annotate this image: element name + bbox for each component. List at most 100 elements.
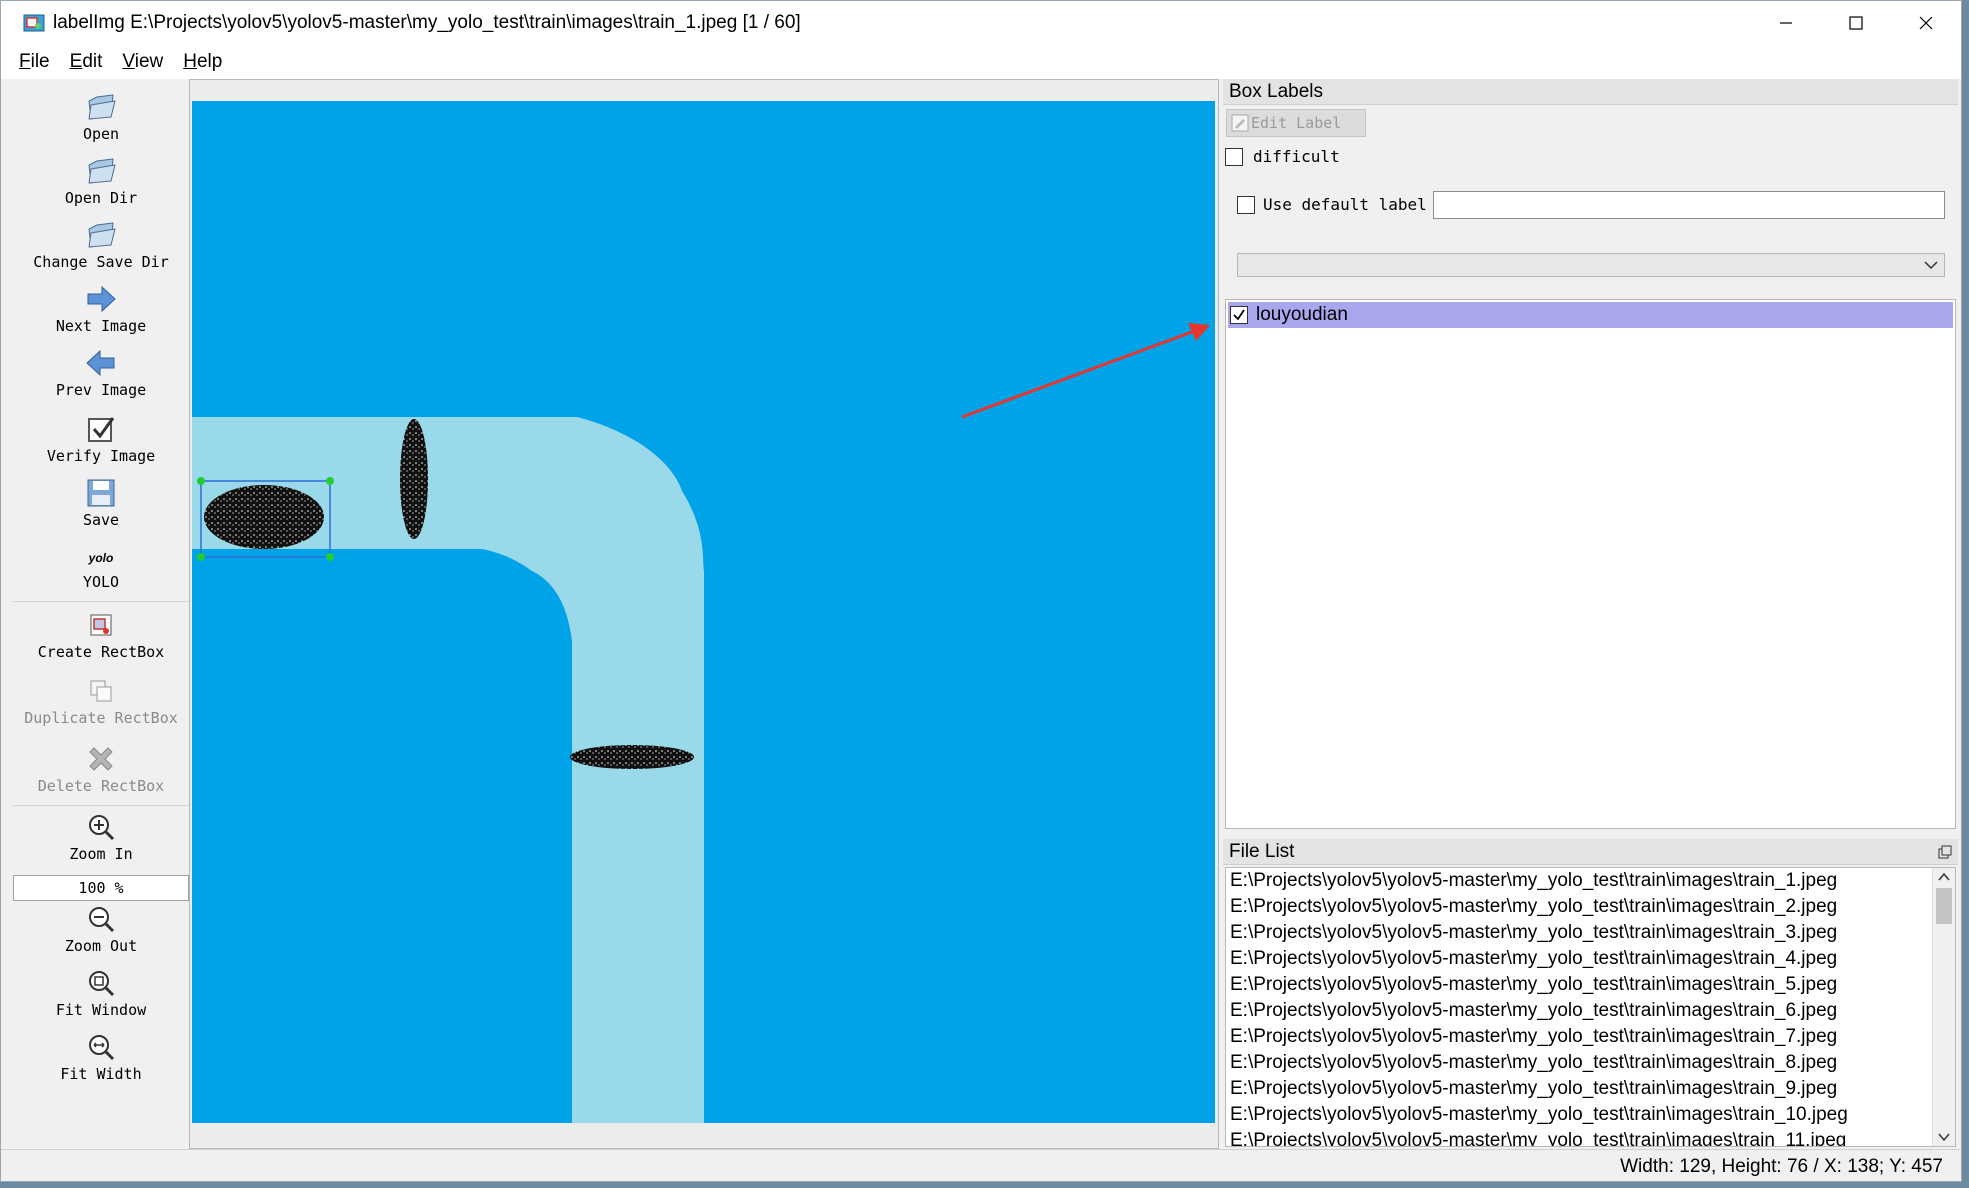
arrow-right-icon	[87, 285, 116, 313]
next-image-button[interactable]: Next Image	[13, 283, 189, 335]
duplicate-rectbox-button[interactable]: Duplicate RectBox	[13, 675, 189, 727]
prev-image-button[interactable]: Prev Image	[13, 347, 189, 399]
undock-icon[interactable]	[1938, 845, 1952, 859]
label-name: louyoudian	[1256, 304, 1348, 325]
file-list-item[interactable]: E:\Projects\yolov5\yolov5-master\my_yolo…	[1226, 1128, 1955, 1146]
fit-width-button[interactable]: Fit Width	[13, 1031, 189, 1083]
open-dir-button[interactable]: Open Dir	[13, 155, 189, 207]
verify-image-label: Verify Image	[46, 447, 156, 465]
difficult-label: difficult	[1253, 147, 1340, 166]
use-default-label-row: Use default label	[1237, 195, 1427, 214]
annotation-arrow-shaft	[961, 327, 1201, 419]
file-list[interactable]: E:\Projects\yolov5\yolov5-master\my_yolo…	[1225, 867, 1956, 1147]
delete-rectbox-label: Delete RectBox	[37, 777, 165, 795]
save-icon	[87, 479, 115, 507]
label-combobox[interactable]	[1237, 253, 1945, 277]
fit-window-button[interactable]: Fit Window	[13, 967, 189, 1019]
prev-image-label: Prev Image	[55, 381, 147, 399]
labelimg-window: labelImg E:\Projects\yolov5\yolov5-maste…	[0, 0, 1962, 1182]
yolo-icon: yolo	[88, 551, 114, 565]
scroll-up-icon[interactable]	[1933, 868, 1955, 886]
file-list-item[interactable]: E:\Projects\yolov5\yolov5-master\my_yolo…	[1226, 920, 1955, 946]
zoom-out-button[interactable]: Zoom Out	[13, 903, 189, 955]
menu-help[interactable]: Help	[183, 51, 222, 73]
minimize-icon	[1780, 22, 1792, 24]
create-rectbox-button[interactable]: Create RectBox	[13, 609, 189, 661]
fit-width-label: Fit Width	[60, 1065, 142, 1083]
folder-open-icon	[88, 158, 116, 184]
delete-rectbox-button[interactable]: Delete RectBox	[13, 743, 189, 795]
zoom-in-label: Zoom In	[69, 845, 133, 863]
scroll-down-icon[interactable]	[1933, 1128, 1955, 1146]
zoom-out-icon	[89, 907, 115, 933]
file-list-item[interactable]: E:\Projects\yolov5\yolov5-master\my_yolo…	[1226, 1050, 1955, 1076]
zoom-out-label: Zoom Out	[64, 937, 138, 955]
toolbar-separator	[13, 601, 189, 602]
scrollbar-thumb[interactable]	[1936, 888, 1952, 924]
close-button[interactable]	[1891, 1, 1961, 45]
file-list-title: File List	[1223, 839, 1958, 865]
edit-label-text: Edit Label	[1251, 114, 1342, 132]
arrow-left-icon	[86, 349, 115, 377]
loaded-image[interactable]	[192, 101, 1215, 1123]
label-checkbox[interactable]	[1230, 306, 1248, 324]
maximize-button[interactable]	[1821, 1, 1891, 45]
image-content	[192, 323, 1210, 1123]
menu-file[interactable]: File	[19, 51, 50, 73]
label-list[interactable]: louyoudian	[1225, 299, 1956, 829]
bbox-handle	[326, 553, 334, 561]
folder-open-icon	[88, 94, 116, 120]
use-default-label-text: Use default label	[1263, 195, 1427, 214]
label-list-item[interactable]: louyoudian	[1228, 302, 1953, 328]
edit-label-button[interactable]: Edit Label	[1226, 109, 1366, 137]
defect-blob-3	[570, 745, 694, 769]
bbox-handle	[197, 553, 205, 561]
file-list-item[interactable]: E:\Projects\yolov5\yolov5-master\my_yolo…	[1226, 894, 1955, 920]
zoom-in-button[interactable]: Zoom In	[13, 811, 189, 863]
file-list-item[interactable]: E:\Projects\yolov5\yolov5-master\my_yolo…	[1226, 1102, 1955, 1128]
open-label: Open	[82, 125, 120, 143]
box-labels-title: Box Labels	[1223, 79, 1958, 105]
file-list-scrollbar[interactable]	[1932, 868, 1955, 1146]
right-panel: Box Labels Edit Label difficult Use defa…	[1223, 79, 1958, 1149]
yolo-format-button[interactable]: yolo YOLO	[13, 543, 189, 591]
window-title: labelImg E:\Projects\yolov5\yolov5-maste…	[53, 12, 801, 33]
difficult-checkbox[interactable]	[1225, 147, 1243, 166]
change-save-dir-button[interactable]: Change Save Dir	[13, 219, 189, 271]
file-list-title-text: File List	[1229, 841, 1295, 862]
difficult-row: difficult	[1225, 147, 1340, 166]
bbox-handle	[197, 477, 205, 485]
menu-view[interactable]: View	[122, 51, 163, 73]
menu-bar: File Edit View Help	[1, 45, 1961, 79]
file-list-item[interactable]: E:\Projects\yolov5\yolov5-master\my_yolo…	[1226, 1024, 1955, 1050]
chevron-down-icon	[1924, 261, 1938, 270]
file-list-item[interactable]: E:\Projects\yolov5\yolov5-master\my_yolo…	[1226, 868, 1955, 894]
change-save-dir-label: Change Save Dir	[33, 253, 169, 271]
menu-edit[interactable]: Edit	[70, 51, 103, 73]
zoom-level-spinbox[interactable]: 100 %	[13, 875, 189, 901]
save-button[interactable]: Save	[13, 477, 189, 529]
maximize-icon	[1849, 16, 1863, 30]
minimize-button[interactable]	[1751, 1, 1821, 45]
open-button[interactable]: Open	[13, 91, 189, 143]
file-list-item[interactable]: E:\Projects\yolov5\yolov5-master\my_yolo…	[1226, 946, 1955, 972]
next-image-label: Next Image	[55, 317, 147, 335]
fit-window-label: Fit Window	[55, 1001, 147, 1019]
edit-icon	[1231, 114, 1249, 132]
app-icon	[23, 12, 45, 34]
default-label-input[interactable]	[1433, 191, 1945, 219]
defect-blob-2	[400, 419, 428, 539]
delete-icon	[89, 747, 113, 771]
file-list-item[interactable]: E:\Projects\yolov5\yolov5-master\my_yolo…	[1226, 972, 1955, 998]
duplicate-rectbox-label: Duplicate RectBox	[24, 709, 178, 727]
use-default-label-checkbox[interactable]	[1237, 195, 1255, 214]
file-list-item[interactable]: E:\Projects\yolov5\yolov5-master\my_yolo…	[1226, 998, 1955, 1024]
file-list-item[interactable]: E:\Projects\yolov5\yolov5-master\my_yolo…	[1226, 1076, 1955, 1102]
create-rectbox-icon	[90, 614, 112, 636]
defect-blob-1	[204, 485, 324, 549]
yolo-label: YOLO	[82, 573, 120, 591]
verify-image-button[interactable]: Verify Image	[13, 413, 189, 465]
status-bar: Width: 129, Height: 76 / X: 138; Y: 457	[1, 1149, 1961, 1181]
save-label: Save	[82, 511, 120, 529]
fit-window-icon	[89, 971, 115, 997]
